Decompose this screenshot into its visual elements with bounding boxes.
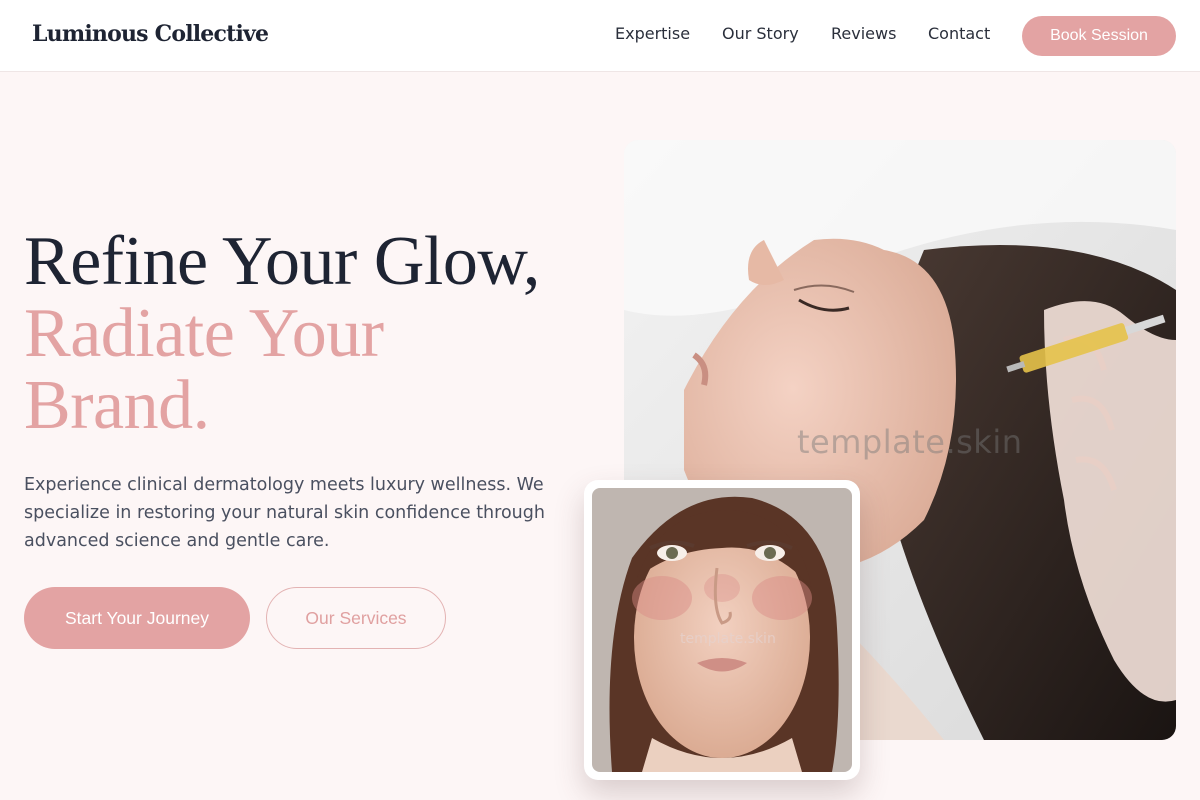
our-services-button[interactable]: Our Services <box>266 587 446 649</box>
nav-link-reviews[interactable]: Reviews <box>831 24 896 43</box>
hero-headline-line1: Refine Your Glow, <box>24 223 540 300</box>
hero-headline-line2: Radiate Your Brand. <box>24 295 384 444</box>
inset-portrait-image: template.skin <box>592 488 852 772</box>
nav-link-expertise[interactable]: Expertise <box>615 24 690 43</box>
hero-description: Experience clinical dermatology meets lu… <box>24 475 545 551</box>
main-image-watermark: template.skin <box>797 423 1023 461</box>
nav-link-our-story[interactable]: Our Story <box>722 24 799 43</box>
portrait-illustration <box>592 488 852 772</box>
nav-link-contact[interactable]: Contact <box>928 24 990 43</box>
hero-headline: Refine Your Glow, Radiate Your Brand. <box>24 226 604 442</box>
book-session-button[interactable]: Book Session <box>1022 16 1176 56</box>
start-journey-button[interactable]: Start Your Journey <box>24 587 250 649</box>
inset-image-watermark: template.skin <box>680 631 776 647</box>
inset-photo-card: template.skin <box>584 480 860 780</box>
brand-logo[interactable]: Luminous Collective <box>32 21 269 47</box>
site-header: Luminous Collective Expertise Our Story … <box>0 0 1200 72</box>
